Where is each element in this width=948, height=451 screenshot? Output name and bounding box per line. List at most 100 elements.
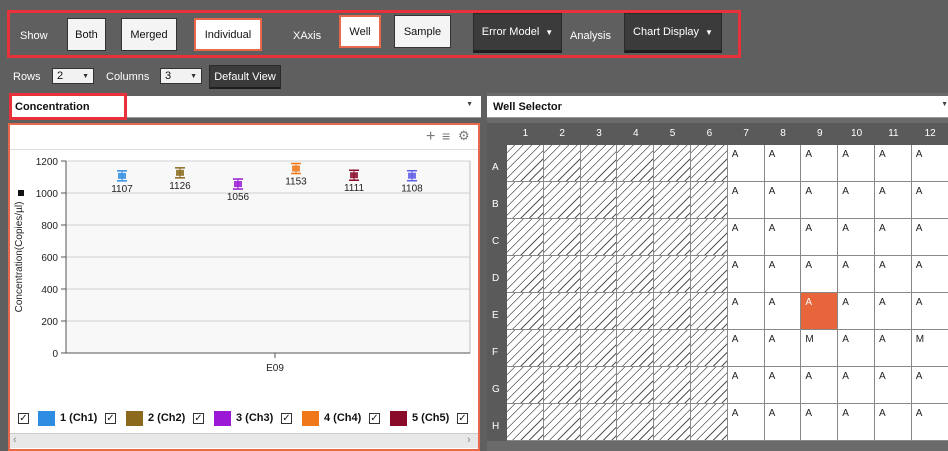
default-view-button[interactable]: Default View (209, 65, 281, 89)
well-selector-header[interactable]: Well Selector ▼ (487, 96, 948, 118)
well-G9[interactable]: A (801, 367, 839, 404)
row-header[interactable]: G (487, 367, 507, 404)
well-G5[interactable] (654, 367, 691, 404)
well-H7[interactable]: A (727, 404, 765, 441)
column-header[interactable]: 10 (838, 128, 875, 139)
row-header[interactable]: E (487, 293, 507, 330)
well-D9[interactable]: A (801, 256, 839, 293)
well-E9[interactable]: A (801, 293, 839, 330)
well-E11[interactable]: A (875, 293, 912, 330)
well-C7[interactable]: A (727, 219, 765, 256)
well-E4[interactable] (617, 293, 655, 330)
well-A9[interactable]: A (801, 145, 839, 182)
well-B3[interactable] (580, 182, 618, 219)
well-D8[interactable]: A (764, 256, 802, 293)
well-H1[interactable] (507, 404, 544, 441)
row-header[interactable]: A (487, 145, 507, 182)
both-button[interactable]: Both (67, 18, 106, 51)
well-A6[interactable] (691, 145, 728, 182)
well-B2[interactable] (543, 182, 581, 219)
legend-checkbox[interactable]: ✓ (281, 413, 292, 424)
sample-button[interactable]: Sample (394, 15, 451, 48)
well-B4[interactable] (617, 182, 655, 219)
well-E1[interactable] (507, 293, 544, 330)
column-header[interactable]: 4 (617, 128, 655, 139)
well-G3[interactable] (580, 367, 618, 404)
well-D11[interactable]: A (875, 256, 912, 293)
legend-checkbox[interactable]: ✓ (457, 413, 468, 424)
legend-checkbox[interactable]: ✓ (193, 413, 204, 424)
individual-button[interactable]: Individual (194, 18, 262, 51)
well-F6[interactable] (691, 330, 728, 367)
column-header[interactable]: 1 (507, 128, 544, 139)
well-F3[interactable] (580, 330, 618, 367)
scroll-right-icon[interactable]: › (467, 434, 471, 446)
well-F1[interactable] (507, 330, 544, 367)
well-H10[interactable]: A (838, 404, 875, 441)
column-header[interactable]: 12 (911, 128, 948, 139)
columns-select[interactable]: 3 ▼ (160, 68, 202, 84)
rows-select[interactable]: 2 ▼ (52, 68, 94, 84)
well-A2[interactable] (543, 145, 581, 182)
chart-display-dropdown[interactable]: Chart Display ▼ (624, 13, 722, 53)
well-F2[interactable] (543, 330, 581, 367)
well-F11[interactable]: A (875, 330, 912, 367)
well-E10[interactable]: A (838, 293, 875, 330)
well-H3[interactable] (580, 404, 618, 441)
well-A3[interactable] (580, 145, 618, 182)
well-B9[interactable]: A (801, 182, 839, 219)
well-B6[interactable] (691, 182, 728, 219)
well-A11[interactable]: A (875, 145, 912, 182)
well-F5[interactable] (654, 330, 691, 367)
well-H11[interactable]: A (875, 404, 912, 441)
well-C12[interactable]: A (911, 219, 948, 256)
well-H4[interactable] (617, 404, 655, 441)
well-B5[interactable] (654, 182, 691, 219)
well-B1[interactable] (507, 182, 544, 219)
well-A10[interactable]: A (838, 145, 875, 182)
well-C6[interactable] (691, 219, 728, 256)
well-button[interactable]: Well (339, 15, 381, 48)
row-header[interactable]: D (487, 256, 507, 293)
well-F8[interactable]: A (764, 330, 802, 367)
well-E7[interactable]: A (727, 293, 765, 330)
legend-checkbox[interactable]: ✓ (105, 413, 116, 424)
row-header[interactable]: B (487, 182, 507, 219)
column-header[interactable]: 11 (875, 128, 912, 139)
well-A8[interactable]: A (764, 145, 802, 182)
well-H5[interactable] (654, 404, 691, 441)
well-C4[interactable] (617, 219, 655, 256)
error-model-dropdown[interactable]: Error Model ▼ (473, 13, 562, 53)
well-C10[interactable]: A (838, 219, 875, 256)
merged-button[interactable]: Merged (121, 18, 177, 51)
well-E3[interactable] (580, 293, 618, 330)
well-E2[interactable] (543, 293, 581, 330)
well-H2[interactable] (543, 404, 581, 441)
well-D2[interactable] (543, 256, 581, 293)
well-F4[interactable] (617, 330, 655, 367)
legend-checkbox[interactable]: ✓ (369, 413, 380, 424)
gear-icon[interactable]: ⚙ (458, 128, 470, 144)
legend-all-checkbox[interactable]: ✓ (18, 413, 29, 424)
column-header[interactable]: 5 (654, 128, 691, 139)
column-header[interactable]: 8 (764, 128, 802, 139)
well-H6[interactable] (691, 404, 728, 441)
well-C8[interactable]: A (764, 219, 802, 256)
well-D12[interactable]: A (911, 256, 948, 293)
well-G2[interactable] (543, 367, 581, 404)
well-D7[interactable]: A (727, 256, 765, 293)
well-G10[interactable]: A (838, 367, 875, 404)
well-H9[interactable]: A (801, 404, 839, 441)
row-header[interactable]: H (487, 404, 507, 441)
well-B8[interactable]: A (764, 182, 802, 219)
column-header[interactable]: 6 (691, 128, 728, 139)
well-B11[interactable]: A (875, 182, 912, 219)
well-D10[interactable]: A (838, 256, 875, 293)
column-header[interactable]: 7 (727, 128, 765, 139)
well-G12[interactable]: A (911, 367, 948, 404)
well-D4[interactable] (617, 256, 655, 293)
well-D6[interactable] (691, 256, 728, 293)
well-G1[interactable] (507, 367, 544, 404)
well-A7[interactable]: A (727, 145, 765, 182)
plus-icon[interactable]: + (426, 128, 435, 146)
